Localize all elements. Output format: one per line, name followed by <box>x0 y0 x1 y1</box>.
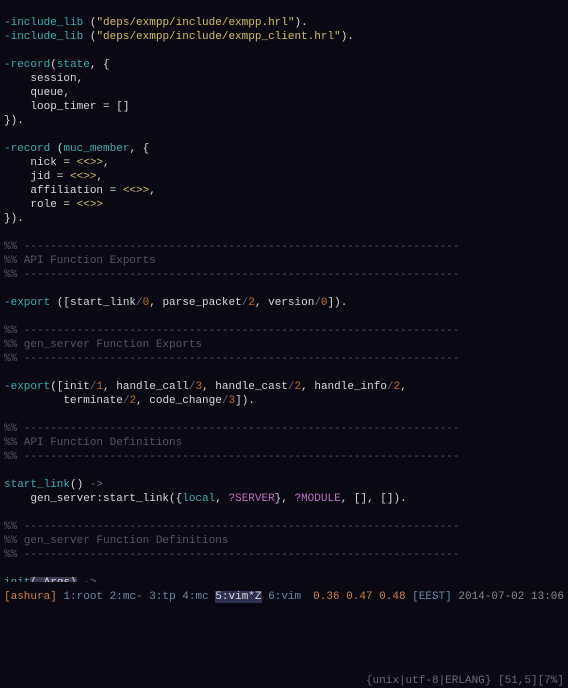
directive: -include_lib <box>4 31 90 43</box>
tmux-datetime: 2014-07-02 13:06 <box>458 591 564 603</box>
comment-sep: %% -------------------------------------… <box>4 269 459 281</box>
tmux-timezone: [EEST] <box>412 591 452 603</box>
tmux-window-3[interactable]: 3:tp <box>149 591 175 603</box>
string: "deps/exmpp/include/exmpp.hrl" <box>96 17 294 29</box>
tmux-loadavg: 0.36 0.47 0.48 <box>313 591 405 603</box>
string: "deps/exmpp/include/exmpp_client.hrl" <box>96 31 340 43</box>
directive: -record <box>4 59 50 71</box>
comment-header: %% gen_server Function Definitions <box>4 535 228 547</box>
comment-sep: %% -------------------------------------… <box>4 549 459 561</box>
comment-sep: %% -------------------------------------… <box>4 353 459 365</box>
code-editor[interactable]: -include_lib ("deps/exmpp/include/exmpp.… <box>0 0 568 582</box>
tmux-window-active[interactable]: 5:vim*Z <box>215 591 261 603</box>
tmux-window-4[interactable]: 4:mc <box>182 591 208 603</box>
comment-sep: %% -------------------------------------… <box>4 423 459 435</box>
comment-sep: %% -------------------------------------… <box>4 451 459 463</box>
tmux-window-6[interactable]: 6:vim <box>268 591 301 603</box>
comment-sep: %% -------------------------------------… <box>4 325 459 337</box>
tmux-window-2[interactable]: 2:mc- <box>110 591 143 603</box>
directive: -record <box>4 143 57 155</box>
comment-sep: %% -------------------------------------… <box>4 521 459 533</box>
tmux-hostname: [ashura] <box>4 591 57 603</box>
comment-header: %% gen_server Function Exports <box>4 339 202 351</box>
tmux-window-1[interactable]: 1:root <box>63 591 103 603</box>
comment-header: %% API Function Exports <box>4 255 156 267</box>
tmux-statusbar: [ashura] 1:root 2:mc- 3:tp 4:mc 5:vim*Z … <box>0 590 568 604</box>
comment-header: %% API Function Definitions <box>4 437 182 449</box>
comment-sep: %% -------------------------------------… <box>4 241 459 253</box>
directive: -include_lib <box>4 17 90 29</box>
